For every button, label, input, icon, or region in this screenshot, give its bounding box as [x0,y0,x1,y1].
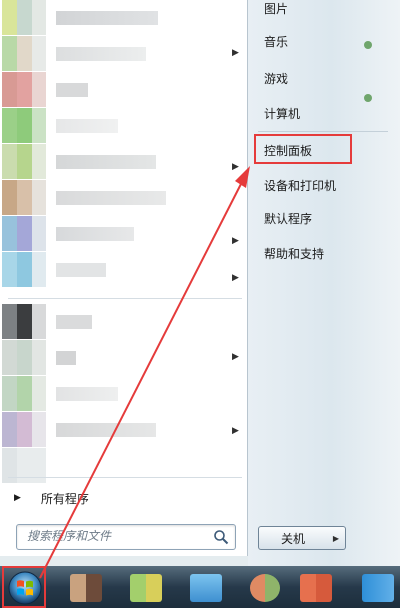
program-label-blurred [56,119,118,133]
expand-triangle-icon: ▶ [14,493,21,503]
program-icon [2,340,46,375]
program-icon [2,72,46,107]
all-programs-divider [8,477,242,478]
start-button-highlight-box [2,566,46,608]
taskbar-app-icon[interactable] [130,574,162,602]
recent-divider [8,298,242,299]
submenu-arrow-icon: ▶ [232,352,239,362]
program-label-blurred [56,83,88,97]
background-dot [364,41,372,49]
program-icon [2,412,46,447]
all-programs-label: 所有程序 [40,491,89,506]
menu-item-music[interactable]: 音乐 [264,33,288,51]
menu-item-help-support[interactable]: 帮助和支持 [264,245,324,263]
program-label-blurred [56,387,118,401]
submenu-arrow-icon: ▶ [232,48,239,58]
program-icon [2,108,46,143]
background-dot [364,94,372,102]
submenu-arrow-icon: ▶ [232,162,239,172]
program-label-blurred [56,191,166,205]
shutdown-button[interactable]: 关机 [258,526,328,550]
program-item[interactable] [0,180,247,215]
program-icon [2,304,46,339]
program-item[interactable] [0,108,247,143]
program-icon [2,36,46,71]
program-icon [2,252,46,287]
search-input[interactable] [17,525,217,547]
taskbar-app-icon[interactable] [70,574,102,602]
program-label-blurred [56,423,156,437]
start-menu: ▶ ▶ ▶ ▶ ▶ ▶ ▶ 所有程序 搜索程序和文件 图片 音乐 游戏 计算机 … [0,0,400,566]
program-icon [2,216,46,251]
program-item[interactable] [0,0,247,35]
menu-item-devices-printers[interactable]: 设备和打印机 [264,177,336,195]
submenu-arrow-icon: ▶ [232,273,239,283]
program-item[interactable]: ▶ [0,216,247,251]
chevron-right-icon: ▶ [332,533,340,543]
program-item[interactable]: ▶ [0,412,247,447]
program-item[interactable] [0,304,247,339]
taskbar-app-icon[interactable] [362,574,394,602]
program-label-blurred [56,227,134,241]
menu-item-games[interactable]: 游戏 [264,70,288,88]
search-box[interactable] [16,524,236,550]
program-label-blurred [56,155,156,169]
submenu-arrow-icon: ▶ [232,236,239,246]
program-label-blurred [56,11,158,25]
program-item[interactable]: ▶ [0,36,247,71]
program-icon [2,180,46,215]
search-icon[interactable] [213,529,229,545]
program-item[interactable] [0,72,247,107]
program-item[interactable]: ▶ [0,340,247,375]
program-item[interactable]: ▶ [0,252,247,287]
program-icon [2,144,46,179]
program-icon [2,0,46,35]
program-label-blurred [56,315,92,329]
program-label-blurred [56,351,76,365]
program-label-blurred [56,263,106,277]
program-item[interactable] [0,376,247,411]
program-icon [2,376,46,411]
menu-item-pictures[interactable]: 图片 [264,0,288,18]
taskbar-app-icon[interactable] [190,574,222,602]
control-panel-highlight-box [254,134,352,164]
programs-panel: ▶ ▶ ▶ ▶ ▶ ▶ ▶ 所有程序 搜索程序和文件 [0,0,248,556]
shutdown-label: 关机 [280,531,305,546]
program-label-blurred [56,47,146,61]
shutdown-options-button[interactable]: ▶ [327,526,346,550]
taskbar-app-icon[interactable] [300,574,332,602]
places-divider [258,131,388,132]
submenu-arrow-icon: ▶ [232,426,239,436]
menu-item-computer[interactable]: 计算机 [264,105,300,123]
all-programs-button[interactable]: ▶ 所有程序 [10,486,242,510]
program-item[interactable]: ▶ [0,144,247,179]
menu-item-default-programs[interactable]: 默认程序 [264,210,312,228]
taskbar-app-icon[interactable] [250,574,280,602]
